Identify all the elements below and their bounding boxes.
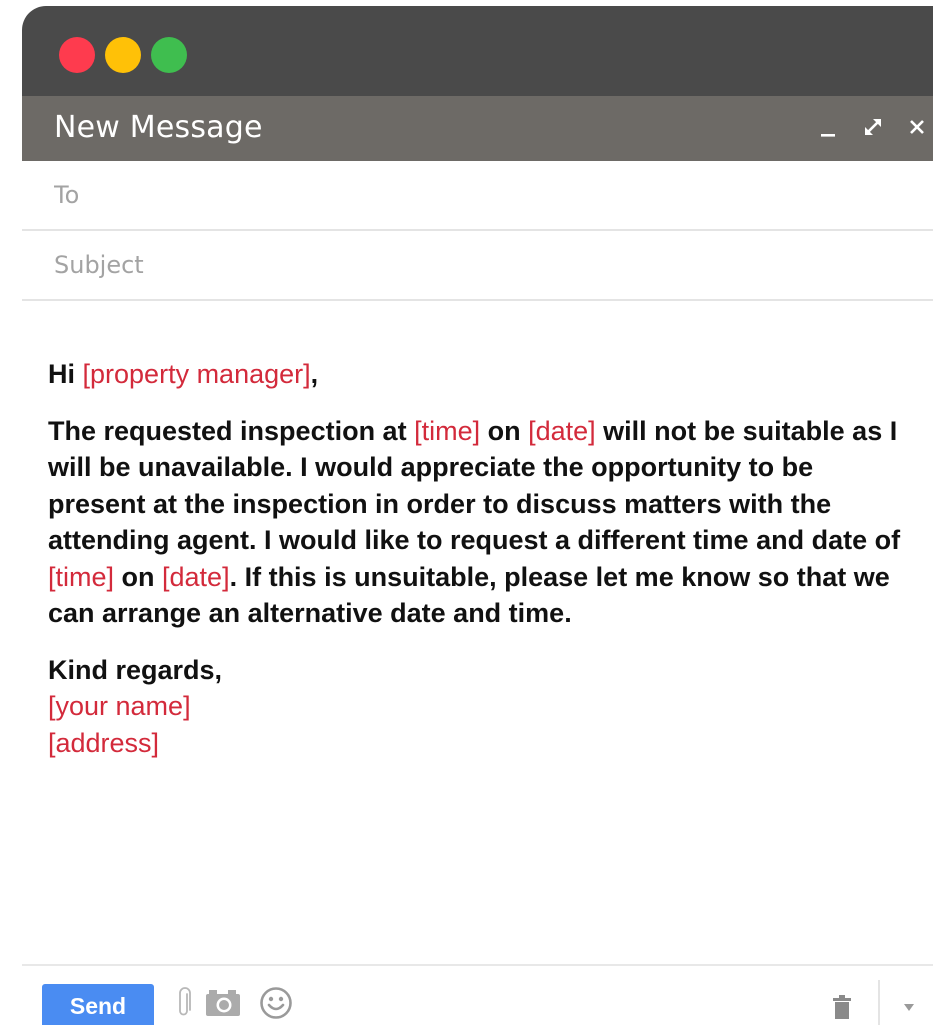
greeting-text: Hi <box>48 359 83 389</box>
message-body[interactable]: Hi [property manager], The requested ins… <box>48 356 918 781</box>
compose-footer: Send <box>22 964 933 1025</box>
paperclip-icon[interactable] <box>176 986 192 1025</box>
compose-title: New Message <box>54 110 263 145</box>
more-options-icon[interactable] <box>902 1001 916 1019</box>
window-close-dot[interactable] <box>59 37 95 73</box>
camera-icon[interactable] <box>205 988 241 1023</box>
date-placeholder: [date] <box>162 561 230 592</box>
send-button[interactable]: Send <box>42 984 154 1025</box>
window-minimize-dot[interactable] <box>105 37 141 73</box>
to-field-row <box>22 161 933 231</box>
address-placeholder: [address] <box>48 727 160 758</box>
paragraph-text: on <box>114 561 163 592</box>
compose-header: New Message <box>22 96 933 161</box>
signature-block: Kind regards, [your name] [address] <box>48 652 918 762</box>
main-paragraph: The requested inspection at [time] on [d… <box>48 413 918 632</box>
emoji-icon[interactable] <box>259 986 293 1025</box>
time-placeholder: [time] <box>414 415 481 446</box>
subject-input[interactable] <box>54 247 894 283</box>
date-placeholder: [date] <box>528 415 596 446</box>
trash-icon[interactable] <box>832 994 852 1025</box>
recipient-placeholder: [property manager] <box>82 359 311 389</box>
paragraph-text: The requested inspection at <box>48 415 415 446</box>
closing-text: Kind regards, <box>48 654 223 685</box>
compose-window: New Message Hi [property manager], <box>22 6 933 1025</box>
subject-field-row <box>22 231 933 301</box>
time-placeholder: [time] <box>48 561 115 592</box>
footer-separator <box>878 980 880 1025</box>
greeting-comma: , <box>310 359 319 389</box>
greeting-line: Hi [property manager], <box>48 356 918 393</box>
close-icon[interactable] <box>904 112 930 142</box>
paragraph-text: on <box>480 415 529 446</box>
expand-icon[interactable] <box>860 112 886 142</box>
name-placeholder: [your name] <box>48 691 191 721</box>
window-maximize-dot[interactable] <box>151 37 187 73</box>
window-titlebar <box>22 6 933 96</box>
minimize-icon[interactable] <box>817 112 839 142</box>
to-input[interactable] <box>54 177 894 213</box>
